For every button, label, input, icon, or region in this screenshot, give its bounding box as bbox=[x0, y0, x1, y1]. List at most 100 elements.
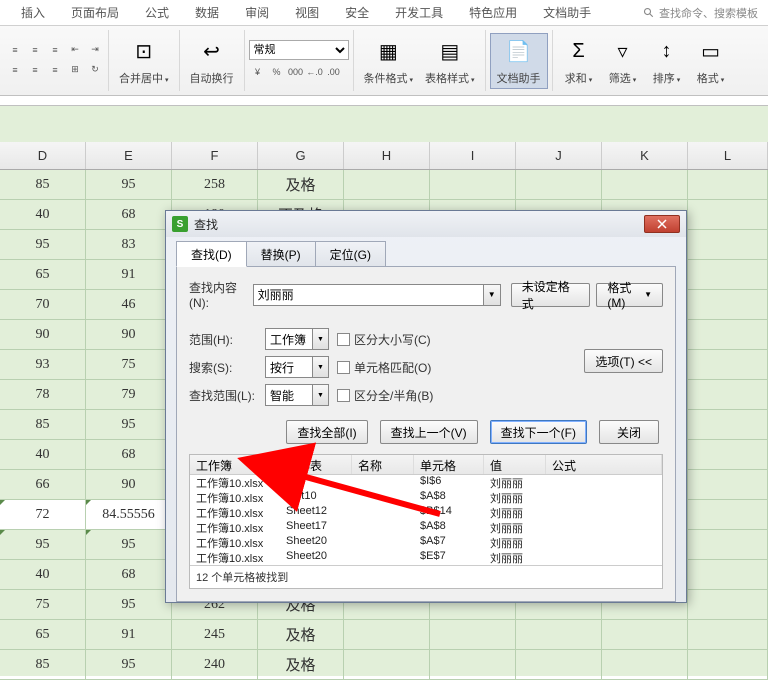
cell[interactable] bbox=[602, 620, 688, 650]
cell[interactable]: 95 bbox=[0, 230, 86, 260]
number-format-select[interactable]: 常规 bbox=[249, 40, 349, 60]
lookin-select[interactable]: 智能▼ bbox=[265, 384, 329, 406]
align-center-icon[interactable]: ≡ bbox=[26, 61, 44, 79]
cell[interactable] bbox=[688, 530, 768, 560]
format-dropdown-button[interactable]: 格式(M) ▼ bbox=[596, 283, 663, 307]
tab-special[interactable]: 特色应用 bbox=[456, 0, 530, 25]
result-row[interactable]: 工作簿10.xlsxSheet12$B$14刘丽丽 bbox=[190, 505, 662, 520]
tab-review[interactable]: 审阅 bbox=[232, 0, 282, 25]
cell[interactable] bbox=[688, 350, 768, 380]
close-icon[interactable] bbox=[644, 215, 680, 233]
result-row[interactable]: 工作簿10.xlsxSheet20$E$7刘丽丽 bbox=[190, 550, 662, 565]
cell[interactable] bbox=[688, 470, 768, 500]
match-cell-checkbox[interactable]: 单元格匹配(O) bbox=[337, 359, 431, 376]
header-workbook[interactable]: 工作簿 bbox=[190, 455, 280, 474]
find-prev-button[interactable]: 查找上一个(V) bbox=[380, 420, 478, 444]
col-header-k[interactable]: K bbox=[602, 142, 688, 169]
cell[interactable] bbox=[688, 170, 768, 200]
close-button[interactable]: 关闭 bbox=[599, 420, 659, 444]
cell[interactable]: 91 bbox=[86, 620, 172, 650]
cell[interactable]: 90 bbox=[86, 470, 172, 500]
tab-security[interactable]: 安全 bbox=[332, 0, 382, 25]
scope-select[interactable]: 工作簿▼ bbox=[265, 328, 329, 350]
cell[interactable]: 95 bbox=[86, 170, 172, 200]
cell[interactable] bbox=[344, 620, 430, 650]
cell[interactable] bbox=[688, 320, 768, 350]
find-all-button[interactable]: 查找全部(I) bbox=[286, 420, 367, 444]
cell[interactable] bbox=[516, 170, 602, 200]
find-next-button[interactable]: 查找下一个(F) bbox=[490, 420, 587, 444]
cell[interactable]: 70 bbox=[0, 290, 86, 320]
indent-inc-icon[interactable]: ⇥ bbox=[86, 41, 104, 59]
merge-indent-icon[interactable]: ⊞ bbox=[66, 61, 84, 79]
cell[interactable]: 84.55556 bbox=[86, 500, 172, 530]
decimal-inc-icon[interactable]: ←.0 bbox=[306, 63, 324, 81]
cell[interactable]: 91 bbox=[86, 260, 172, 290]
header-value[interactable]: 值 bbox=[484, 455, 546, 474]
col-header-j[interactable]: J bbox=[516, 142, 602, 169]
cell[interactable] bbox=[688, 560, 768, 590]
cell[interactable]: 40 bbox=[0, 560, 86, 590]
cell[interactable]: 258 bbox=[172, 170, 258, 200]
cell[interactable] bbox=[688, 380, 768, 410]
no-format-set-button[interactable]: 未设定格式 bbox=[511, 283, 590, 307]
cell[interactable]: 68 bbox=[86, 200, 172, 230]
cell[interactable]: 85 bbox=[0, 170, 86, 200]
find-content-input[interactable] bbox=[253, 284, 483, 306]
col-header-h[interactable]: H bbox=[344, 142, 430, 169]
currency-icon[interactable]: ¥ bbox=[249, 63, 267, 81]
filter-button[interactable]: ▿ 筛选▾ bbox=[601, 34, 645, 88]
col-header-f[interactable]: F bbox=[172, 142, 258, 169]
cell[interactable]: 95 bbox=[0, 530, 86, 560]
thousand-icon[interactable]: 000 bbox=[287, 63, 305, 81]
col-header-d[interactable]: D bbox=[0, 142, 86, 169]
cell[interactable] bbox=[344, 170, 430, 200]
header-worksheet[interactable]: 工作表 bbox=[280, 455, 352, 474]
col-header-i[interactable]: I bbox=[430, 142, 516, 169]
cell[interactable]: 40 bbox=[0, 200, 86, 230]
sum-button[interactable]: Σ 求和▾ bbox=[557, 34, 601, 88]
cell[interactable]: 85 bbox=[0, 410, 86, 440]
cell[interactable] bbox=[602, 170, 688, 200]
cell[interactable]: 68 bbox=[86, 560, 172, 590]
cell[interactable]: 78 bbox=[0, 380, 86, 410]
cell[interactable] bbox=[688, 410, 768, 440]
cell[interactable] bbox=[688, 230, 768, 260]
cell[interactable]: 90 bbox=[0, 320, 86, 350]
cell[interactable]: 65 bbox=[0, 620, 86, 650]
cell[interactable] bbox=[516, 620, 602, 650]
search-commands[interactable]: 查找命令、搜索模板 bbox=[643, 5, 758, 21]
tab-pagelayout[interactable]: 页面布局 bbox=[58, 0, 132, 25]
result-row[interactable]: 工作簿10.xlsxShe$I$6刘丽丽 bbox=[190, 475, 662, 490]
cell[interactable]: 66 bbox=[0, 470, 86, 500]
percent-icon[interactable]: % bbox=[268, 63, 286, 81]
align-right-icon[interactable]: ≡ bbox=[46, 61, 64, 79]
cell[interactable]: 65 bbox=[0, 260, 86, 290]
wrap-text-button[interactable]: ↩ 自动换行 bbox=[184, 34, 240, 88]
cell[interactable] bbox=[688, 290, 768, 320]
header-cell[interactable]: 单元格 bbox=[414, 455, 484, 474]
result-row[interactable]: 工作簿10.xlsxSheet17$A$8刘丽丽 bbox=[190, 520, 662, 535]
cond-format-button[interactable]: ▦ 条件格式▾ bbox=[358, 34, 420, 88]
match-width-checkbox[interactable]: 区分全/半角(B) bbox=[337, 387, 433, 404]
orientation-icon[interactable]: ↻ bbox=[86, 61, 104, 79]
cell[interactable]: 245 bbox=[172, 620, 258, 650]
tab-formula[interactable]: 公式 bbox=[132, 0, 182, 25]
header-formula[interactable]: 公式 bbox=[546, 455, 662, 474]
cell[interactable]: 及格 bbox=[258, 170, 344, 200]
tab-find[interactable]: 查找(D) bbox=[176, 241, 247, 267]
align-top-icon[interactable]: ≡ bbox=[6, 41, 24, 59]
result-row[interactable]: 工作簿10.xlsxSheet20$A$7刘丽丽 bbox=[190, 535, 662, 550]
cell[interactable] bbox=[688, 590, 768, 620]
tab-view[interactable]: 视图 bbox=[282, 0, 332, 25]
format-button[interactable]: ▭ 格式▾ bbox=[689, 34, 733, 88]
align-middle-icon[interactable]: ≡ bbox=[26, 41, 44, 59]
col-header-l[interactable]: L bbox=[688, 142, 768, 169]
cell[interactable] bbox=[688, 200, 768, 230]
col-header-e[interactable]: E bbox=[86, 142, 172, 169]
cell[interactable] bbox=[688, 620, 768, 650]
cell[interactable]: 83 bbox=[86, 230, 172, 260]
col-header-g[interactable]: G bbox=[258, 142, 344, 169]
cell[interactable] bbox=[430, 620, 516, 650]
cell[interactable]: 93 bbox=[0, 350, 86, 380]
